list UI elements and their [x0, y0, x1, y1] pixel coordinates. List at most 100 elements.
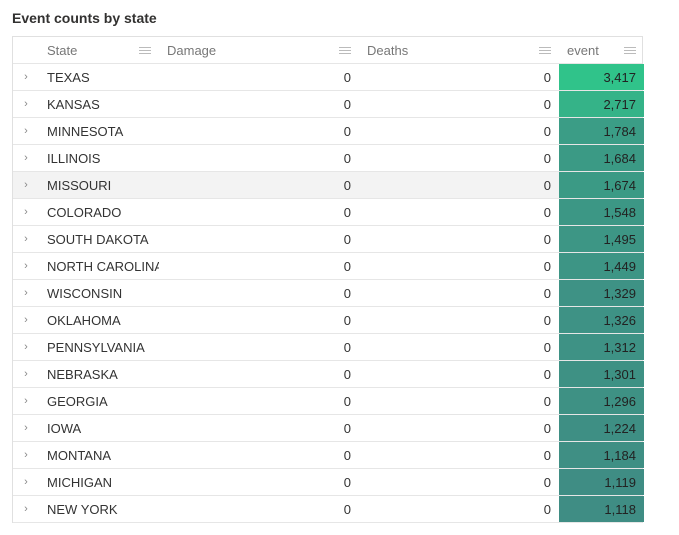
- expand-toggle[interactable]: ›: [13, 280, 39, 306]
- column-menu-icon[interactable]: [139, 47, 151, 54]
- cell-damage: 0: [159, 199, 359, 225]
- cell-event: 1,449: [559, 253, 644, 279]
- cell-event: 3,417: [559, 64, 644, 90]
- expand-toggle[interactable]: ›: [13, 145, 39, 171]
- expand-toggle[interactable]: ›: [13, 361, 39, 387]
- cell-event-value: 1,184: [559, 442, 644, 468]
- expand-toggle[interactable]: ›: [13, 334, 39, 360]
- chevron-right-icon: ›: [24, 233, 28, 245]
- table-row[interactable]: ›MICHIGAN001,119: [13, 469, 642, 496]
- expand-toggle[interactable]: ›: [13, 118, 39, 144]
- cell-event-value: 3,417: [559, 64, 644, 90]
- cell-damage: 0: [159, 226, 359, 252]
- expand-toggle[interactable]: ›: [13, 253, 39, 279]
- cell-event: 2,717: [559, 91, 644, 117]
- table-row[interactable]: ›GEORGIA001,296: [13, 388, 642, 415]
- table-row[interactable]: ›ILLINOIS001,684: [13, 145, 642, 172]
- cell-state: COLORADO: [39, 199, 159, 225]
- expand-toggle[interactable]: ›: [13, 172, 39, 198]
- cell-damage: 0: [159, 334, 359, 360]
- chevron-right-icon: ›: [24, 71, 28, 83]
- cell-deaths: 0: [359, 64, 559, 90]
- chevron-right-icon: ›: [24, 503, 28, 515]
- header-deaths[interactable]: Deaths: [359, 37, 559, 63]
- expand-toggle[interactable]: ›: [13, 307, 39, 333]
- cell-damage: 0: [159, 361, 359, 387]
- expand-toggle[interactable]: ›: [13, 442, 39, 468]
- table-row[interactable]: ›SOUTH DAKOTA001,495: [13, 226, 642, 253]
- cell-damage: 0: [159, 145, 359, 171]
- table-row[interactable]: ›PENNSYLVANIA001,312: [13, 334, 642, 361]
- expand-toggle[interactable]: ›: [13, 469, 39, 495]
- cell-state: SOUTH DAKOTA: [39, 226, 159, 252]
- cell-damage: 0: [159, 253, 359, 279]
- expand-toggle[interactable]: ›: [13, 388, 39, 414]
- expand-toggle[interactable]: ›: [13, 415, 39, 441]
- chevron-right-icon: ›: [24, 98, 28, 110]
- cell-event: 1,312: [559, 334, 644, 360]
- expand-toggle[interactable]: ›: [13, 199, 39, 225]
- table-row[interactable]: ›TEXAS003,417: [13, 64, 642, 91]
- table-row[interactable]: ›NEBRASKA001,301: [13, 361, 642, 388]
- cell-event-value: 1,684: [559, 145, 644, 171]
- cell-deaths: 0: [359, 496, 559, 522]
- table-row[interactable]: ›NEW YORK001,118: [13, 496, 642, 523]
- data-grid: State Damage Deaths event ›TEXAS003,417›…: [12, 36, 643, 523]
- cell-deaths: 0: [359, 361, 559, 387]
- header-deaths-label: Deaths: [367, 43, 539, 58]
- table-row[interactable]: ›MINNESOTA001,784: [13, 118, 642, 145]
- cell-state: NEW YORK: [39, 496, 159, 522]
- table-row[interactable]: ›MISSOURI001,674: [13, 172, 642, 199]
- chevron-right-icon: ›: [24, 206, 28, 218]
- chevron-right-icon: ›: [24, 287, 28, 299]
- header-event[interactable]: event: [559, 37, 644, 63]
- table-row[interactable]: ›KANSAS002,717: [13, 91, 642, 118]
- cell-event: 1,548: [559, 199, 644, 225]
- column-menu-icon[interactable]: [339, 47, 351, 54]
- cell-event: 1,224: [559, 415, 644, 441]
- chevron-right-icon: ›: [24, 179, 28, 191]
- table-row[interactable]: ›COLORADO001,548: [13, 199, 642, 226]
- column-menu-icon[interactable]: [624, 47, 636, 54]
- column-menu-icon[interactable]: [539, 47, 551, 54]
- chevron-right-icon: ›: [24, 260, 28, 272]
- cell-damage: 0: [159, 307, 359, 333]
- cell-deaths: 0: [359, 145, 559, 171]
- cell-deaths: 0: [359, 334, 559, 360]
- table-row[interactable]: ›NORTH CAROLINA001,449: [13, 253, 642, 280]
- expand-toggle[interactable]: ›: [13, 64, 39, 90]
- cell-deaths: 0: [359, 91, 559, 117]
- chevron-right-icon: ›: [24, 314, 28, 326]
- expand-toggle[interactable]: ›: [13, 91, 39, 117]
- table-row[interactable]: ›WISCONSIN001,329: [13, 280, 642, 307]
- cell-event: 1,674: [559, 172, 644, 198]
- cell-event: 1,118: [559, 496, 644, 522]
- cell-event-value: 1,449: [559, 253, 644, 279]
- cell-event: 1,784: [559, 118, 644, 144]
- cell-deaths: 0: [359, 469, 559, 495]
- cell-event: 1,296: [559, 388, 644, 414]
- cell-state: NORTH CAROLINA: [39, 253, 159, 279]
- cell-state: IOWA: [39, 415, 159, 441]
- header-state[interactable]: State: [39, 37, 159, 63]
- table-row[interactable]: ›OKLAHOMA001,326: [13, 307, 642, 334]
- cell-event-value: 1,329: [559, 280, 644, 306]
- chevron-right-icon: ›: [24, 152, 28, 164]
- cell-damage: 0: [159, 415, 359, 441]
- cell-event-value: 1,119: [559, 469, 644, 495]
- cell-state: GEORGIA: [39, 388, 159, 414]
- expand-toggle[interactable]: ›: [13, 496, 39, 522]
- cell-damage: 0: [159, 280, 359, 306]
- table-row[interactable]: ›IOWA001,224: [13, 415, 642, 442]
- cell-deaths: 0: [359, 172, 559, 198]
- cell-deaths: 0: [359, 253, 559, 279]
- header-damage[interactable]: Damage: [159, 37, 359, 63]
- header-event-label: event: [567, 43, 624, 58]
- expand-toggle[interactable]: ›: [13, 226, 39, 252]
- cell-deaths: 0: [359, 226, 559, 252]
- cell-damage: 0: [159, 91, 359, 117]
- table-row[interactable]: ›MONTANA001,184: [13, 442, 642, 469]
- cell-state: MISSOURI: [39, 172, 159, 198]
- cell-state: WISCONSIN: [39, 280, 159, 306]
- chevron-right-icon: ›: [24, 395, 28, 407]
